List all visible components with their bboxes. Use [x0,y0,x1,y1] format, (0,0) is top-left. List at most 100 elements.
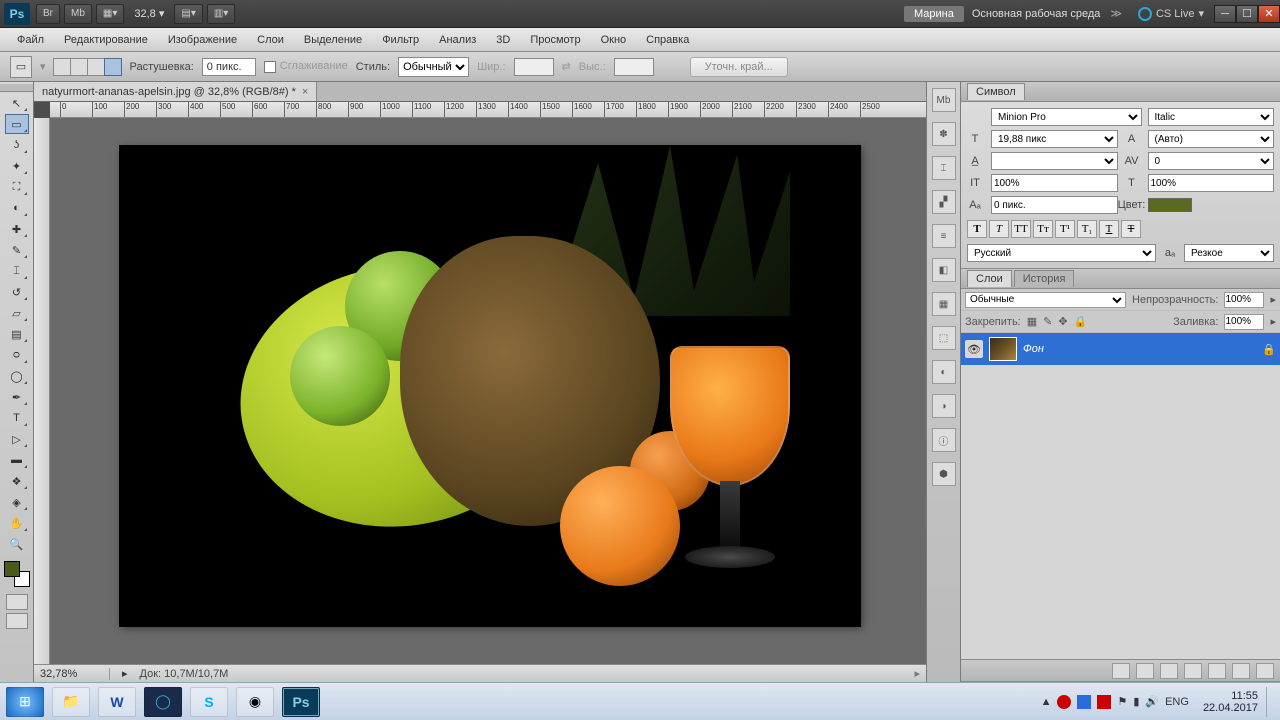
marquee-tool-icon[interactable]: ▭ [10,56,32,78]
minibridge-button[interactable]: Mb [64,4,92,24]
tray-app-icon[interactable] [1077,695,1091,709]
zoom-level[interactable]: 32,8 ▾ [134,7,164,20]
style-select[interactable]: Обычный [398,57,469,77]
status-arrow-icon[interactable]: ▸ [914,667,920,680]
menu-window[interactable]: Окно [592,31,636,49]
lock-pixels-icon[interactable]: ✎ [1043,315,1052,328]
leading-select[interactable]: (Авто) [1148,130,1275,148]
screen-mode-toggle[interactable] [6,613,28,629]
menu-3d[interactable]: 3D [487,31,519,49]
tray-lang[interactable]: ENG [1165,696,1189,708]
vscale-input[interactable] [991,174,1118,192]
gradient-tool[interactable]: ▤ [5,324,29,344]
layer-name[interactable]: Фон [1023,343,1044,355]
clone-panel-icon[interactable]: ⌶ [932,156,956,180]
menu-image[interactable]: Изображение [159,31,246,49]
workspace-switcher[interactable]: Основная рабочая среда [972,8,1101,20]
tray-flag-icon[interactable]: ⚑ [1117,695,1127,708]
blur-tool[interactable]: ᴑ [5,345,29,365]
minimize-button[interactable]: ─ [1214,5,1236,23]
paragraph-panel-icon[interactable]: ≡ [932,224,956,248]
font-family-select[interactable]: Minion Pro [991,108,1142,126]
chrome-icon[interactable]: ◉ [236,687,274,717]
lock-all-icon[interactable]: 🔒 [1074,315,1088,328]
subscript-button[interactable]: T₁ [1077,220,1097,238]
ruler-horizontal[interactable]: 0100200300400500600700800900100011001200… [50,102,926,118]
tracking-select[interactable]: 0 [1148,152,1275,170]
close-tab-icon[interactable]: × [302,86,308,98]
navigator-panel-icon[interactable]: ⬚ [932,326,956,350]
opacity-arrow-icon[interactable]: ▸ [1270,293,1276,306]
path-tool[interactable]: ▷ [5,429,29,449]
menu-analysis[interactable]: Анализ [430,31,485,49]
lock-pos-icon[interactable]: ✥ [1058,315,1067,328]
eyedropper-tool[interactable]: ◐ [5,198,29,218]
menu-file[interactable]: Файл [8,31,53,49]
text-color-swatch[interactable] [1148,198,1192,212]
refine-edge-button[interactable]: Уточн. край... [690,57,788,77]
maximize-button[interactable]: ☐ [1236,5,1258,23]
menu-edit[interactable]: Редактирование [55,31,157,49]
layers-tab[interactable]: Слои [967,270,1012,287]
app1-icon[interactable]: ◯ [144,687,182,717]
baseline-input[interactable] [991,196,1118,214]
explorer-icon[interactable]: 📁 [52,687,90,717]
dodge-tool[interactable]: ◯ [5,366,29,386]
tray-up-icon[interactable]: ▲ [1041,696,1052,708]
canvas[interactable] [50,118,926,664]
3d-camera-tool[interactable]: ◈ [5,492,29,512]
lasso-tool[interactable]: ʖ [5,135,29,155]
styles-panel-icon[interactable]: ◧ [932,258,956,282]
fg-color[interactable] [4,561,20,577]
adjustments-panel-icon[interactable]: ◑ [932,394,956,418]
crop-tool[interactable]: ⛶ [5,177,29,197]
layers-empty-area[interactable] [961,365,1280,659]
extras-button[interactable]: ▥▾ [207,4,235,24]
smallcaps-button[interactable]: Tᴛ [1033,220,1053,238]
hand-tool[interactable]: ✋ [5,513,29,533]
status-doc-icon[interactable]: ▸ [122,667,128,680]
faux-bold-button[interactable]: T [967,220,987,238]
arrange-button[interactable]: ▤▾ [174,4,202,24]
status-docinfo[interactable]: Док: 10,7M/10,7M [140,668,229,680]
shape-tool[interactable]: ▬ [5,450,29,470]
eraser-tool[interactable]: ▱ [5,303,29,323]
tray-network-icon[interactable]: ▮ [1133,695,1139,708]
antialias-select[interactable]: Резкое [1184,244,1274,262]
feather-input[interactable]: 0 пикс. [202,58,256,76]
fill-input[interactable] [1224,314,1264,330]
tray-adobe-icon[interactable] [1097,695,1111,709]
status-zoom[interactable]: 32,78% [40,668,110,680]
ruler-vertical[interactable] [34,118,50,664]
cslive-button[interactable]: CS Live ▾ [1138,7,1204,21]
menu-layer[interactable]: Слои [248,31,293,49]
kerning-select[interactable] [991,152,1118,170]
underline-button[interactable]: T [1099,220,1119,238]
history-tab[interactable]: История [1014,270,1075,287]
selection-subtract[interactable] [87,58,105,76]
menu-help[interactable]: Справка [637,31,698,49]
swatches-panel-icon[interactable]: ▦ [932,292,956,316]
word-icon[interactable]: W [98,687,136,717]
link-layers-button[interactable] [1112,663,1130,679]
strike-button[interactable]: T [1121,220,1141,238]
menu-filter[interactable]: Фильтр [373,31,428,49]
start-button[interactable]: ⊞ [6,687,44,717]
user-badge[interactable]: Марина [904,6,964,22]
menu-select[interactable]: Выделение [295,31,371,49]
brush-panel-icon[interactable]: ✽ [932,122,956,146]
type-tool[interactable]: T [5,408,29,428]
bridge-button[interactable]: Br [36,4,60,24]
faux-italic-button[interactable]: T [989,220,1009,238]
close-button[interactable]: ✕ [1258,5,1280,23]
chevrons-icon[interactable]: ≫ [1110,7,1122,20]
3d-tool[interactable]: ❖ [5,471,29,491]
group-button[interactable] [1208,663,1226,679]
selection-new[interactable] [53,58,71,76]
allcaps-button[interactable]: TT [1011,220,1031,238]
toolbox-grip[interactable] [0,84,33,92]
layer-visibility-icon[interactable]: 👁 [965,340,983,358]
tray-rec-icon[interactable] [1057,695,1071,709]
layer-thumbnail[interactable] [989,337,1017,361]
show-desktop-button[interactable] [1266,687,1274,717]
